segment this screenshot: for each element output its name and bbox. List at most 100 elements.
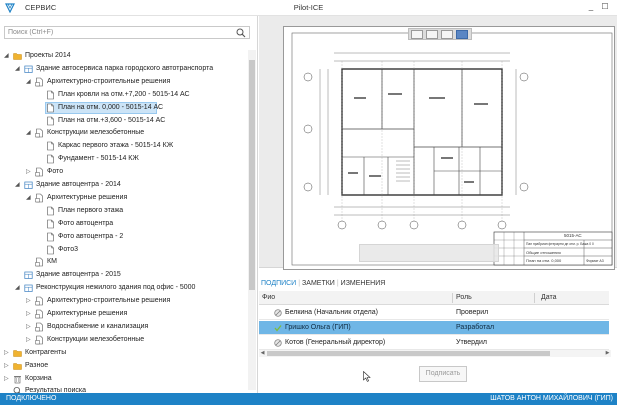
tree-item-label: Каркас первого этажа - 5015-14 КЖ [58,142,174,150]
tree-item[interactable]: ◢ Проекты 2014 [0,50,248,62]
tree-item[interactable]: Фото автоцентра [0,218,248,230]
collapse-arrow-icon[interactable]: ◢ [26,129,33,137]
collapse-arrow-icon[interactable]: ◢ [15,284,22,292]
expand-arrow-icon[interactable]: ▷ [26,297,33,305]
column-header-name[interactable]: Фио [262,294,275,301]
collapse-arrow-icon[interactable]: ◢ [15,65,22,73]
expand-arrow-icon[interactable]: ▷ [26,310,33,318]
sign-button[interactable]: Подписать [419,366,467,382]
tree-item[interactable]: План первого этажа [0,205,248,217]
table-row[interactable]: Гришко Ольга (ГИП) Разработал [259,321,609,335]
tree-item-label: Проекты 2014 [25,52,71,59]
table-horizontal-scrollbar[interactable]: ◀ ▶ [259,350,611,357]
trash-icon [13,374,22,384]
building-icon [24,283,33,293]
tree-item[interactable]: ▷ Водоснабжение и канализация [0,321,248,333]
stamp-sheet-format: Формат A3 [586,259,604,263]
tree-item[interactable]: Фото3 [0,244,248,256]
stamp-line2: Общие отношения [526,250,561,255]
expand-arrow-icon[interactable]: ▷ [4,349,11,357]
tree-item[interactable]: ▷ Архитектурно-строительные решения [0,295,248,307]
tree-item[interactable]: ◢ Здание автоцентра - 2014 [0,179,248,191]
pending-icon [274,309,282,317]
scroll-left-arrow-icon[interactable]: ◀ [259,350,266,357]
service-menu[interactable]: СЕРВИС [25,3,56,12]
column-header-role[interactable]: Роль [456,294,472,301]
building-icon [24,270,33,280]
tree-item-label: Фото автоцентра - 2 [58,232,124,240]
document-icon [46,116,55,126]
table-row[interactable]: Котов (Генеральный директор) Утвердил [259,336,609,350]
tree-item[interactable]: ▷ Корзина [0,373,248,385]
search-input[interactable] [5,27,233,38]
tree-item-label: Фундамент - 5015-14 КЖ [58,155,139,163]
column-divider[interactable] [534,293,535,303]
tree-item[interactable]: ◢ Реконструкция нежилого здания под офис … [0,282,248,294]
folder-icon [13,361,22,371]
tree-item[interactable]: Каркас первого этажа - 5015-14 КЖ [0,140,248,152]
tab-separator: | [336,280,339,287]
tree-item[interactable]: ▷ Фото [0,166,248,178]
tab-changes[interactable]: ИЗМЕНЕНИЯ [341,280,386,287]
expand-arrow-icon[interactable]: ▷ [26,168,33,176]
search-box [4,26,250,39]
scroll-right-arrow-icon[interactable]: ▶ [604,350,611,357]
drawing-preview[interactable]: 5015-АС Пан прабриан фтерартм дп отм. р.… [259,16,617,270]
tree-item-label: План на отм. 0,000 - 5015-14 АС [58,103,164,111]
tree-item[interactable]: ◢ Архитектурные решения [0,192,248,204]
tree-item[interactable]: План на отм.+3,600 - 5015-14 АС [0,115,248,127]
collapse-arrow-icon[interactable]: ◢ [4,52,11,60]
connection-status: ПОДКЛЮЧЕНО [6,395,57,402]
tab-signatures[interactable]: ПОДПИСИ [261,280,296,287]
tree-item[interactable]: ◢ Конструкции железобетонные [0,127,248,139]
save-icon[interactable] [426,30,438,39]
document-icon [46,141,55,151]
tree-item-label: Фото [47,168,64,176]
table-scrollbar-thumb[interactable] [267,351,550,356]
document-folder-icon [35,309,44,319]
zoom-icon[interactable] [441,30,453,39]
tree-item-label: Разное [25,361,49,369]
tree-item[interactable]: Фото автоцентра - 2 [0,231,248,243]
tree-item[interactable]: ▷ Контрагенты [0,347,248,359]
tree-scrollbar-thumb[interactable] [249,60,255,290]
table-header: Фио Роль Дата [259,291,609,305]
app-logo-icon[interactable] [5,3,15,13]
tree-item[interactable]: План кровли на отм.+7,200 - 5015-14 АС [0,89,248,101]
tree-item-label: Фото автоцентра [58,219,114,227]
collapse-arrow-icon[interactable]: ◢ [26,78,33,86]
maximize-button[interactable]: ☐ [599,2,611,11]
tree-item[interactable]: Здание автоцентра - 2015 [0,269,248,281]
column-divider[interactable] [452,293,453,303]
current-user[interactable]: ШАТОВ АНТОН МИХАЙЛОВИЧ (ГИП) [490,395,613,402]
search-icon[interactable] [236,28,246,38]
window-title: Pilot-ICE [293,3,324,12]
collapse-arrow-icon[interactable]: ◢ [15,181,22,189]
minimize-button[interactable]: _ [585,2,597,11]
document-folder-icon [35,193,44,203]
drawing-sheet[interactable]: 5015-АС Пан прабриан фтерартм дп отм. р.… [283,26,615,270]
tree-item[interactable]: ▷ Конструкции железобетонные [0,334,248,346]
expand-arrow-icon[interactable]: ▷ [4,375,11,383]
expand-arrow-icon[interactable]: ▷ [26,336,33,344]
tab-separator: | [298,280,301,287]
tree-item[interactable]: ▷ Архитектурные решения [0,308,248,320]
expand-arrow-icon[interactable]: ▷ [26,323,33,331]
table-row[interactable]: Белкина (Начальник отдела) Проверил [259,306,609,320]
tree-item[interactable]: ▷ Разное [0,360,248,372]
preview-toolbar [408,28,472,40]
tree-item[interactable]: ◢ Архитектурно-строительные решения [0,76,248,88]
expand-arrow-icon[interactable]: ▷ [4,362,11,370]
fit-page-icon[interactable] [456,30,468,39]
column-header-date[interactable]: Дата [541,294,557,301]
tree-item[interactable]: КМ [0,256,248,268]
tree-scrollbar[interactable] [248,50,256,390]
print-icon[interactable] [411,30,423,39]
tree-item-label: План кровли на отм.+7,200 - 5015-14 АС [58,90,190,98]
tree-item[interactable]: Фундамент - 5015-14 КЖ [0,153,248,165]
document-folder-icon [35,128,44,138]
collapse-arrow-icon[interactable]: ◢ [26,194,33,202]
tree-item[interactable]: План на отм. 0,000 - 5015-14 АС [0,101,248,114]
tree-item[interactable]: ◢ Здание автосервиса парка городского авт… [0,63,248,75]
tab-notes[interactable]: ЗАМЕТКИ [302,280,335,287]
